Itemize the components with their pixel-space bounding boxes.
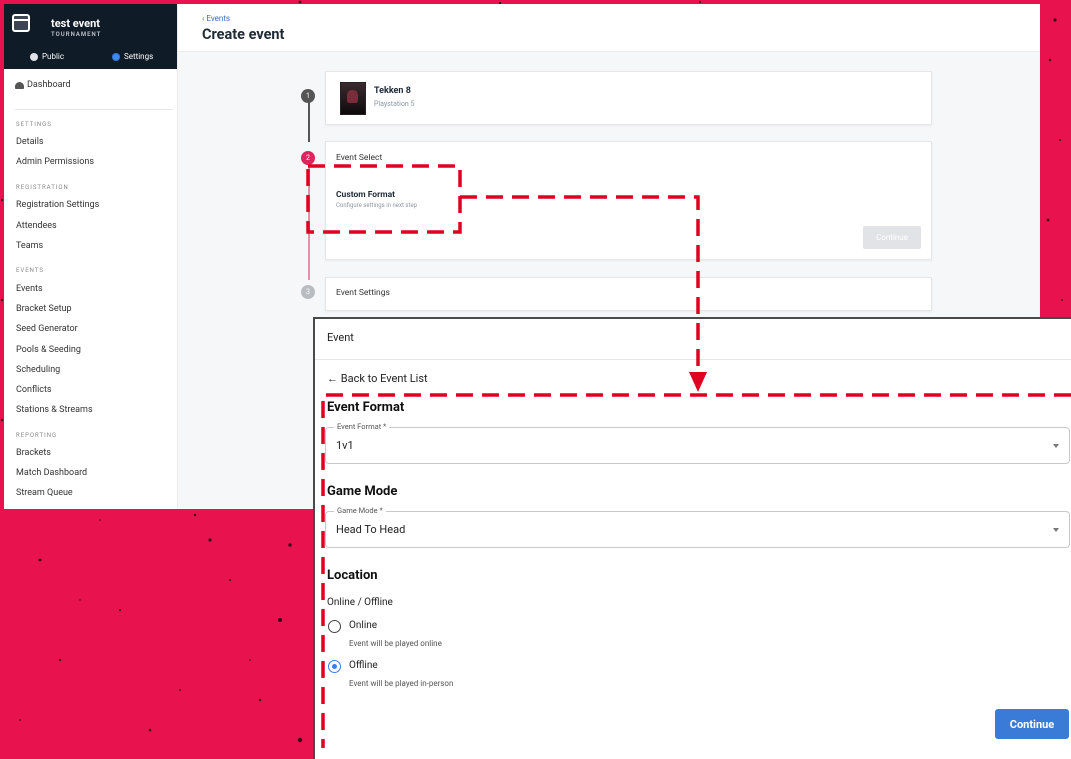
game-mode-select[interactable]: Game Mode * Head To Head bbox=[325, 506, 1070, 548]
online-option-description: Event will be played online bbox=[349, 639, 442, 648]
field-value: 1v1 bbox=[336, 439, 354, 452]
tab-public-label: Public bbox=[42, 52, 65, 61]
page-header: ‹ Events Create event bbox=[178, 4, 1040, 52]
sidebar: test event TOURNAMENT Public Settings Da… bbox=[4, 4, 178, 509]
sidebar-item-attendees[interactable]: Attendees bbox=[16, 221, 57, 231]
sidebar-item-teams[interactable]: Teams bbox=[16, 241, 43, 251]
sidebar-item-label: Dashboard bbox=[27, 80, 71, 90]
custom-format-description: Configure settings in next step bbox=[336, 202, 418, 209]
event-settings-card[interactable]: Event Settings bbox=[325, 277, 932, 311]
game-title: Tekken 8 bbox=[374, 86, 411, 96]
sidebar-item-pools-seeding[interactable]: Pools & Seeding bbox=[16, 345, 81, 355]
dropdown-arrow-icon bbox=[1053, 444, 1059, 448]
globe-icon bbox=[30, 52, 38, 61]
online-radio[interactable] bbox=[328, 620, 341, 633]
sidebar-item-scheduling[interactable]: Scheduling bbox=[16, 365, 60, 375]
sidebar-item-stream-queue[interactable]: Stream Queue bbox=[16, 488, 73, 498]
game-platform: Playstation 5 bbox=[374, 100, 415, 108]
sidebar-item-conflicts[interactable]: Conflicts bbox=[16, 385, 52, 395]
offline-option-description: Event will be played in-person bbox=[349, 679, 454, 688]
event-type: TOURNAMENT bbox=[51, 31, 102, 38]
continue-button-disabled[interactable]: Continue bbox=[863, 226, 921, 249]
step-connector bbox=[308, 164, 310, 280]
sidebar-item-admin-permissions[interactable]: Admin Permissions bbox=[16, 157, 94, 167]
step-2-indicator: 2 bbox=[301, 151, 315, 165]
step-connector bbox=[308, 102, 310, 142]
divider bbox=[15, 109, 173, 110]
game-card[interactable]: Tekken 8 Playstation 5 bbox=[325, 71, 932, 125]
tab-settings[interactable]: Settings bbox=[112, 52, 153, 61]
field-label: Event Format * bbox=[334, 422, 390, 431]
sidebar-header: test event TOURNAMENT Public Settings bbox=[4, 4, 177, 69]
sidebar-item-match-dashboard[interactable]: Match Dashboard bbox=[16, 468, 87, 478]
event-format-heading: Event Format bbox=[327, 400, 405, 415]
gear-icon bbox=[112, 52, 120, 61]
section-settings: SETTINGS bbox=[16, 121, 52, 128]
offline-radio-selected[interactable] bbox=[328, 660, 341, 673]
field-value: Head To Head bbox=[336, 523, 406, 536]
event-logo-icon bbox=[12, 14, 30, 32]
back-to-event-list-link[interactable]: ← Back to Event List bbox=[327, 372, 428, 385]
event-format-select[interactable]: Event Format * 1v1 bbox=[325, 422, 1070, 464]
online-offline-label: Online / Offline bbox=[327, 597, 393, 608]
continue-button[interactable]: Continue bbox=[995, 709, 1069, 739]
sidebar-item-stations-streams[interactable]: Stations & Streams bbox=[16, 405, 93, 415]
sidebar-item-brackets[interactable]: Brackets bbox=[16, 448, 51, 458]
online-option-label[interactable]: Online bbox=[349, 620, 377, 631]
tab-settings-label: Settings bbox=[124, 52, 154, 61]
dropdown-arrow-icon bbox=[1053, 528, 1059, 532]
event-select-label: Event Select bbox=[336, 153, 383, 163]
breadcrumb[interactable]: ‹ Events bbox=[202, 14, 230, 23]
tab-public[interactable]: Public bbox=[30, 52, 64, 61]
section-reporting: REPORTING bbox=[16, 432, 58, 439]
sidebar-item-bracket-setup[interactable]: Bracket Setup bbox=[16, 304, 72, 314]
sidebar-item-dashboard[interactable]: Dashboard bbox=[4, 80, 71, 90]
game-mode-heading: Game Mode bbox=[327, 484, 398, 499]
section-events: EVENTS bbox=[16, 267, 44, 274]
page-title: Create event bbox=[202, 26, 285, 43]
dashboard-icon bbox=[15, 81, 24, 89]
event-select-card: Event Select Custom Format Configure set… bbox=[325, 141, 932, 260]
sidebar-item-events[interactable]: Events bbox=[16, 284, 43, 294]
panel-title: Event bbox=[327, 331, 354, 344]
panel-header: Event bbox=[315, 319, 1071, 360]
sidebar-tabs: Public Settings bbox=[4, 48, 177, 69]
sidebar-item-details[interactable]: Details bbox=[16, 137, 44, 147]
sidebar-item-seed-generator[interactable]: Seed Generator bbox=[16, 324, 78, 334]
section-registration: REGISTRATION bbox=[16, 184, 69, 191]
step-1-indicator: 1 bbox=[301, 89, 315, 103]
location-heading: Location bbox=[327, 568, 378, 583]
game-cover-image bbox=[340, 82, 366, 115]
step-3-indicator: 3 bbox=[301, 285, 315, 299]
sidebar-item-registration-settings[interactable]: Registration Settings bbox=[16, 200, 99, 210]
offline-option-label[interactable]: Offline bbox=[349, 660, 378, 671]
event-name: test event bbox=[51, 17, 100, 30]
event-settings-label: Event Settings bbox=[336, 288, 390, 298]
custom-format-option[interactable]: Custom Format bbox=[336, 190, 395, 200]
event-panel: Event ← Back to Event List Event Format … bbox=[313, 317, 1071, 759]
field-label: Game Mode * bbox=[334, 506, 386, 515]
